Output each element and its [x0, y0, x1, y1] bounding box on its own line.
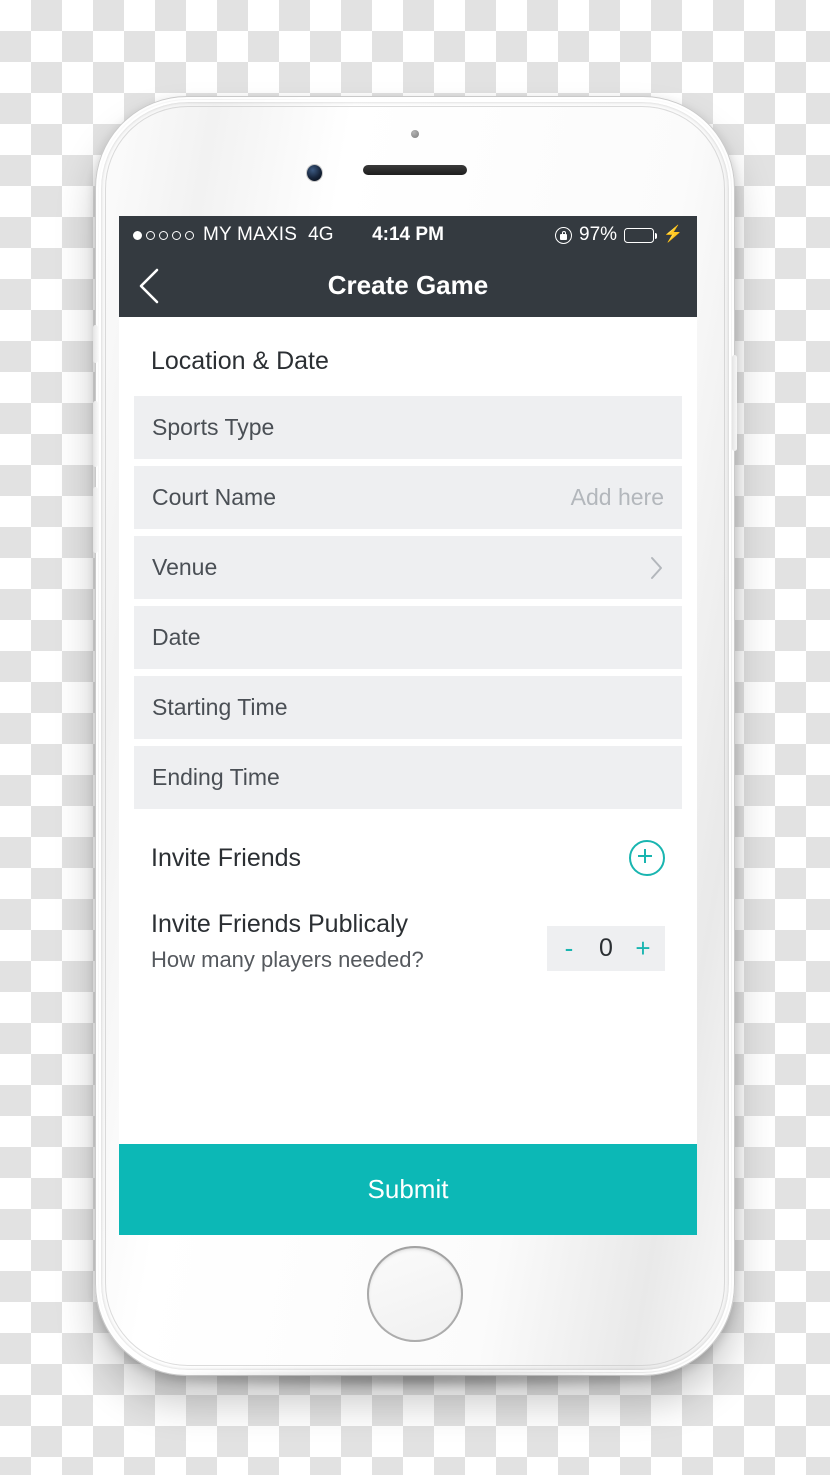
signal-strength-icon	[133, 230, 194, 240]
back-button[interactable]	[119, 254, 179, 317]
app-body: Location & Date Sports Type Court Name A…	[119, 317, 697, 1235]
rotation-lock-icon	[555, 226, 573, 244]
players-needed-label: How many players needed?	[151, 947, 424, 972]
stepper-value: 0	[599, 934, 613, 962]
volume-down-button[interactable]	[93, 487, 98, 553]
field-label: Date	[152, 624, 201, 650]
field-placeholder-add-here: Add here	[570, 484, 664, 510]
nav-bar: Create Game	[119, 254, 697, 317]
volume-up-button[interactable]	[93, 401, 98, 467]
field-date[interactable]: Date	[134, 606, 682, 669]
field-label: Starting Time	[152, 694, 288, 720]
home-button[interactable]	[367, 1246, 463, 1342]
stepper-increment-button[interactable]: +	[625, 926, 661, 971]
network-type: 4G	[308, 224, 334, 245]
field-sports-type[interactable]: Sports Type	[134, 396, 682, 459]
field-starting-time[interactable]: Starting Time	[134, 676, 682, 739]
section-title-location-date: Location & Date	[151, 347, 329, 375]
proximity-sensor	[411, 130, 419, 138]
device-drop-shadow	[140, 1368, 690, 1390]
invite-public-text: Invite Friends Publicaly How many player…	[151, 910, 547, 973]
speaker-grille	[363, 165, 467, 175]
players-quantity-stepper: - 0 +	[547, 926, 665, 971]
field-label: Court Name	[152, 484, 276, 510]
field-court-name[interactable]: Court Name Add here	[134, 466, 682, 529]
camera-lens	[307, 165, 322, 181]
chevron-right-icon	[650, 556, 664, 580]
silent-switch[interactable]	[93, 325, 98, 363]
invite-public-title: Invite Friends Publicaly	[151, 910, 409, 938]
field-ending-time[interactable]: Ending Time	[134, 746, 682, 809]
form-content: Location & Date Sports Type Court Name A…	[119, 317, 697, 1144]
carrier-name: MY MAXIS	[203, 224, 298, 245]
invite-public-row: Invite Friends Publicaly How many player…	[134, 888, 682, 973]
field-label: Venue	[152, 554, 218, 580]
status-bar: MY MAXIS 4G 4:14 PM 97% ⚡	[119, 216, 697, 254]
status-bar-right: 97% ⚡	[555, 224, 683, 246]
phone-screen: MY MAXIS 4G 4:14 PM 97% ⚡ Create Game Lo…	[119, 216, 697, 1235]
invite-friends-row: Invite Friends	[134, 816, 682, 888]
invite-friends-title: Invite Friends	[151, 843, 302, 872]
battery-percentage: 97%	[579, 224, 618, 245]
page-title: Create Game	[327, 270, 489, 300]
status-bar-left: MY MAXIS 4G	[133, 224, 555, 246]
battery-icon	[624, 227, 658, 243]
field-label: Ending Time	[152, 764, 280, 790]
field-label: Sports Type	[152, 414, 275, 440]
phone-device: MY MAXIS 4G 4:14 PM 97% ⚡ Create Game Lo…	[93, 96, 737, 1376]
power-button[interactable]	[732, 355, 737, 451]
field-venue[interactable]: Venue	[134, 536, 682, 599]
back-chevron-icon	[138, 268, 160, 304]
plus-circle-icon[interactable]	[629, 840, 665, 876]
stepper-decrement-button[interactable]: -	[551, 926, 587, 971]
submit-button[interactable]: Submit	[119, 1144, 697, 1235]
charging-bolt-icon: ⚡	[663, 226, 683, 243]
